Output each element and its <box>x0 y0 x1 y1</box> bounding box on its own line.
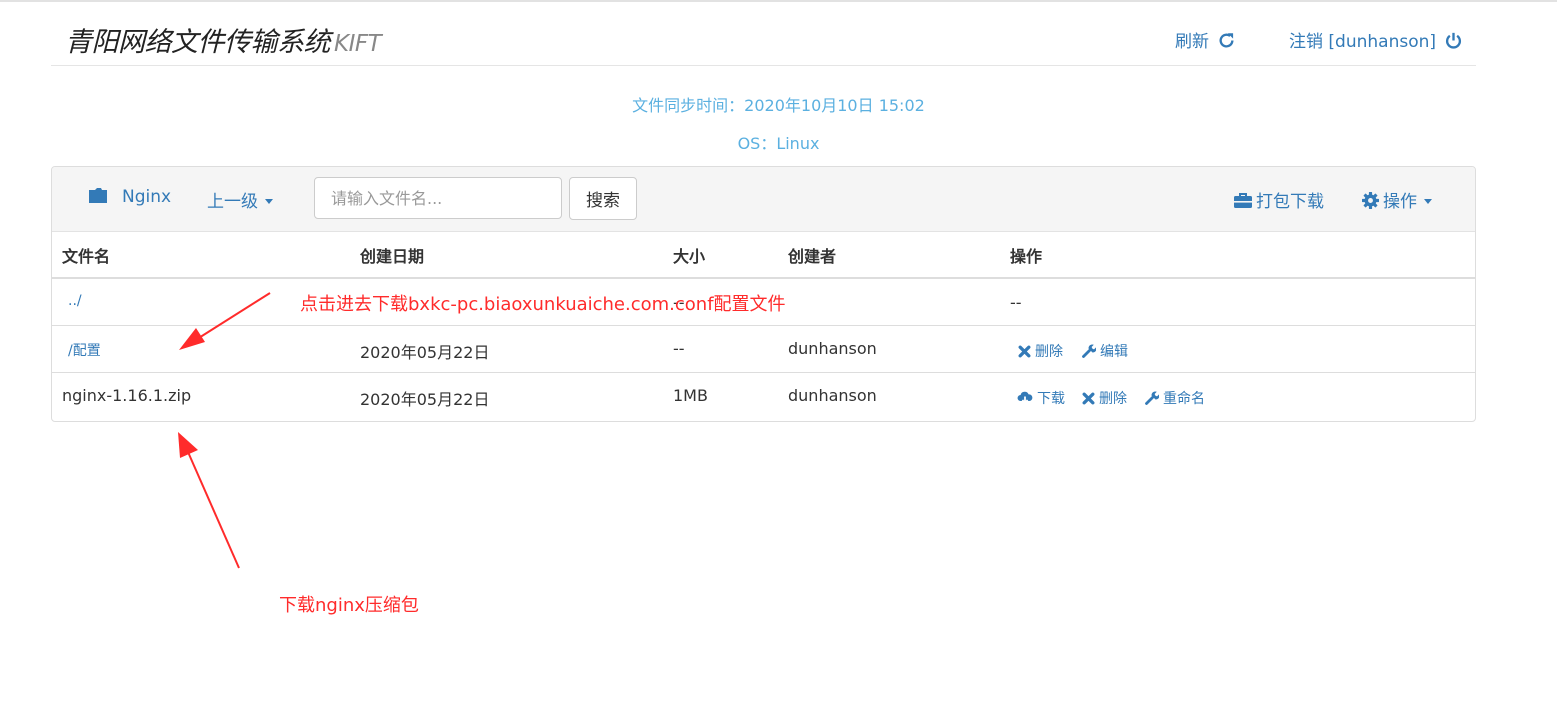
download-label: 下载 <box>1037 391 1065 407</box>
created-date: 2020年05月22日 <box>360 343 490 362</box>
cloud-download-icon <box>1017 391 1033 405</box>
column-header-actions: 操作 <box>1010 247 1043 266</box>
caret-down-icon <box>1424 199 1432 204</box>
delete-button[interactable]: 删除 <box>1018 341 1063 361</box>
current-folder-label: Nginx <box>122 187 172 207</box>
current-folder[interactable]: Nginx <box>88 187 171 207</box>
wrench-icon <box>1082 344 1097 358</box>
brand-subtitle: KIFT <box>334 31 382 57</box>
file-name[interactable]: nginx-1.16.1.zip <box>62 386 191 405</box>
refresh-link[interactable]: 刷新 <box>1175 27 1235 52</box>
parent-dir-link[interactable]: ../ <box>68 293 82 309</box>
delete-label: 删除 <box>1035 344 1063 360</box>
delete-label: 删除 <box>1099 391 1127 407</box>
power-icon <box>1446 32 1462 49</box>
column-header-name[interactable]: 文件名 <box>62 243 110 267</box>
file-size: 1MB <box>673 386 708 405</box>
remove-icon <box>1018 345 1031 358</box>
operations-dropdown[interactable]: 操作 <box>1362 187 1432 212</box>
created-date: 2020年05月22日 <box>360 390 490 409</box>
search-input[interactable] <box>314 177 562 219</box>
gear-icon <box>1362 192 1379 209</box>
toolbar: Nginx 上一级 搜索 打包下载 操作 <box>52 167 1475 232</box>
file-size: -- <box>673 339 685 358</box>
wrench-icon <box>1145 391 1160 405</box>
column-header-size[interactable]: 大小 <box>673 243 705 267</box>
edit-button[interactable]: 编辑 <box>1082 341 1128 361</box>
delete-button[interactable]: 删除 <box>1082 388 1127 408</box>
table-row: /配置 2020年05月22日 -- dunhanson 删除 编辑 <box>52 325 1475 373</box>
download-button[interactable]: 下载 <box>1017 388 1065 408</box>
actions-placeholder: -- <box>1010 293 1022 312</box>
annotation-zip: 下载nginx压缩包 <box>279 595 419 616</box>
briefcase-icon <box>1234 193 1252 208</box>
rename-button[interactable]: 重命名 <box>1145 388 1205 408</box>
remove-icon <box>1082 392 1095 405</box>
rename-label: 重命名 <box>1163 391 1205 407</box>
logout-label: 注销 [dunhanson] <box>1289 32 1437 52</box>
operations-label: 操作 <box>1383 192 1417 212</box>
creator: dunhanson <box>788 339 877 358</box>
search-button[interactable]: 搜索 <box>569 177 637 220</box>
logout-link[interactable]: 注销 [dunhanson] <box>1289 27 1462 52</box>
creator: dunhanson <box>788 386 877 405</box>
caret-down-icon <box>265 199 273 204</box>
os-info: OS：Linux <box>737 134 820 153</box>
edit-label: 编辑 <box>1100 344 1128 360</box>
refresh-label: 刷新 <box>1175 32 1209 52</box>
brand-title: 青阳网络文件传输系统 <box>65 27 331 58</box>
refresh-icon <box>1219 33 1234 48</box>
annotation-config: 点击进去下载bxkc-pc.biaoxunkuaiche.com.conf配置文… <box>300 294 786 315</box>
pack-download-label: 打包下载 <box>1256 192 1324 212</box>
annotation-arrow-zip <box>178 432 240 569</box>
sync-time: 文件同步时间：2020年10月10日 15:02 <box>632 96 925 115</box>
brand[interactable]: 青阳网络文件传输系统 KIFT <box>65 20 382 59</box>
folder-link[interactable]: /配置 <box>68 340 101 360</box>
parent-label: 上一级 <box>207 192 258 212</box>
parent-dropdown[interactable]: 上一级 <box>207 187 273 212</box>
top-navbar: 青阳网络文件传输系统 KIFT 刷新 注销 [dunhanson] <box>51 2 1476 66</box>
column-header-date[interactable]: 创建日期 <box>360 243 424 267</box>
table-row: nginx-1.16.1.zip 2020年05月22日 1MB dunhans… <box>52 372 1475 421</box>
column-header-creator[interactable]: 创建者 <box>788 243 836 267</box>
pack-download-button[interactable]: 打包下载 <box>1234 187 1324 212</box>
folder-icon <box>89 188 107 203</box>
